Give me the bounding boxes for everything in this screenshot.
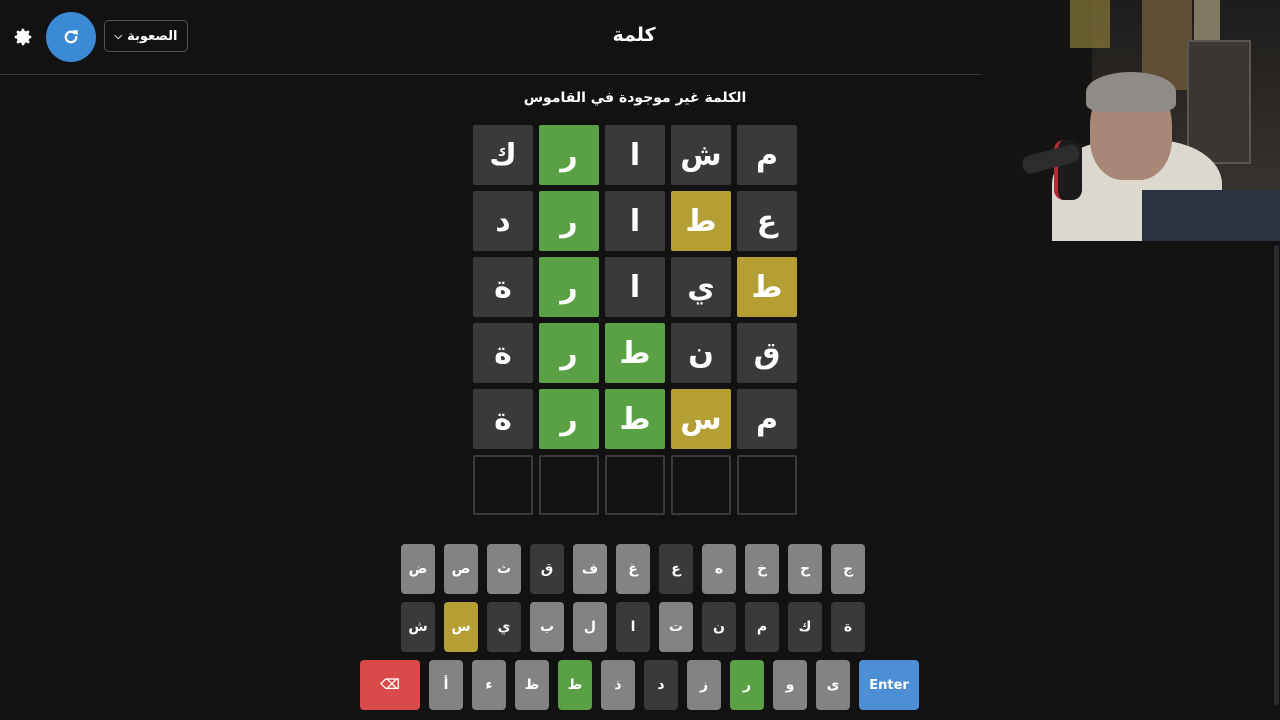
keyboard-key[interactable]: ى (816, 660, 850, 710)
board-tile: د (473, 191, 533, 251)
board-tile: ط (671, 191, 731, 251)
board-tile: ة (473, 257, 533, 317)
keyboard-key[interactable]: د (644, 660, 678, 710)
keyboard-key[interactable]: س (444, 602, 478, 652)
board-tile: ط (605, 323, 665, 383)
board-tile: م (737, 389, 797, 449)
board-tile: ا (605, 125, 665, 185)
keyboard-key[interactable]: ف (573, 544, 607, 594)
board-tile: ر (539, 257, 599, 317)
board-tile: ا (605, 257, 665, 317)
board-tile: ة (473, 389, 533, 449)
keyboard-key[interactable]: ث (487, 544, 521, 594)
keyboard-key[interactable]: ء (472, 660, 506, 710)
game-board: مشاركعطاردطيارةقنطرةمسطرة (473, 125, 797, 515)
keyboard-key[interactable]: ح (788, 544, 822, 594)
board-tile: ر (539, 125, 599, 185)
backspace-key[interactable]: ⌫ (360, 660, 420, 710)
app: ⌵ الصعوبة كلمة الكلمة غير موجودة في القا… (0, 0, 1280, 720)
keyboard-key[interactable]: ت (659, 602, 693, 652)
header: ⌵ الصعوبة كلمة (0, 0, 982, 75)
board-tile: ة (473, 323, 533, 383)
keyboard-key[interactable]: ي (487, 602, 521, 652)
keyboard-key[interactable]: ش (401, 602, 435, 652)
board-tile: س (671, 389, 731, 449)
scrollbar-thumb[interactable] (1274, 245, 1279, 705)
board-tile: ط (605, 389, 665, 449)
board-tile (737, 455, 797, 515)
board-tile: ر (539, 389, 599, 449)
board-tile: ر (539, 323, 599, 383)
webcam-poster (1194, 0, 1220, 40)
keyboard-row-3: Enter ى و ر ز د ذ ط ظ ء أ ⌫ (360, 660, 919, 710)
keyboard-key[interactable]: ص (444, 544, 478, 594)
keyboard-key[interactable]: ن (702, 602, 736, 652)
keyboard-key[interactable]: و (773, 660, 807, 710)
keyboard-key[interactable]: ة (831, 602, 865, 652)
webcam-shelf (1187, 40, 1251, 164)
board-tile: ط (737, 257, 797, 317)
webcam-person-cap (1086, 72, 1176, 112)
keyboard-key[interactable]: ع (659, 544, 693, 594)
keyboard-key[interactable]: ز (687, 660, 721, 710)
keyboard-row-1: جحخهعغفقثصض (401, 544, 865, 594)
keyboard-key[interactable]: ق (530, 544, 564, 594)
board-tile: ع (737, 191, 797, 251)
board-tile: ك (473, 125, 533, 185)
board-tile: ي (671, 257, 731, 317)
board-tile: م (737, 125, 797, 185)
board-tile (605, 455, 665, 515)
keyboard-key[interactable]: م (745, 602, 779, 652)
keyboard-key[interactable]: ه (702, 544, 736, 594)
webcam-poster (1070, 0, 1110, 48)
board-tile: ر (539, 191, 599, 251)
keyboard-key[interactable]: ر (730, 660, 764, 710)
board-tile (671, 455, 731, 515)
keyboard-key[interactable]: ض (401, 544, 435, 594)
keyboard-key[interactable]: ج (831, 544, 865, 594)
webcam-overlay (982, 0, 1280, 241)
board-tile: ق (737, 323, 797, 383)
board-tile (539, 455, 599, 515)
keyboard-key[interactable]: ذ (601, 660, 635, 710)
keyboard-key[interactable]: أ (429, 660, 463, 710)
keyboard-key[interactable]: ل (573, 602, 607, 652)
board-tile: ش (671, 125, 731, 185)
keyboard-key[interactable]: ا (616, 602, 650, 652)
board-tile: ا (605, 191, 665, 251)
keyboard-key[interactable]: خ (745, 544, 779, 594)
webcam-desk (1142, 190, 1280, 241)
board-tile: ن (671, 323, 731, 383)
keyboard-key[interactable]: ط (558, 660, 592, 710)
enter-key[interactable]: Enter (859, 660, 919, 710)
keyboard-key[interactable]: ب (530, 602, 564, 652)
keyboard-key[interactable]: غ (616, 544, 650, 594)
keyboard-key[interactable]: ك (788, 602, 822, 652)
keyboard-row-2: ةكمنتالبيسش (401, 602, 865, 652)
board-tile (473, 455, 533, 515)
keyboard-key[interactable]: ظ (515, 660, 549, 710)
